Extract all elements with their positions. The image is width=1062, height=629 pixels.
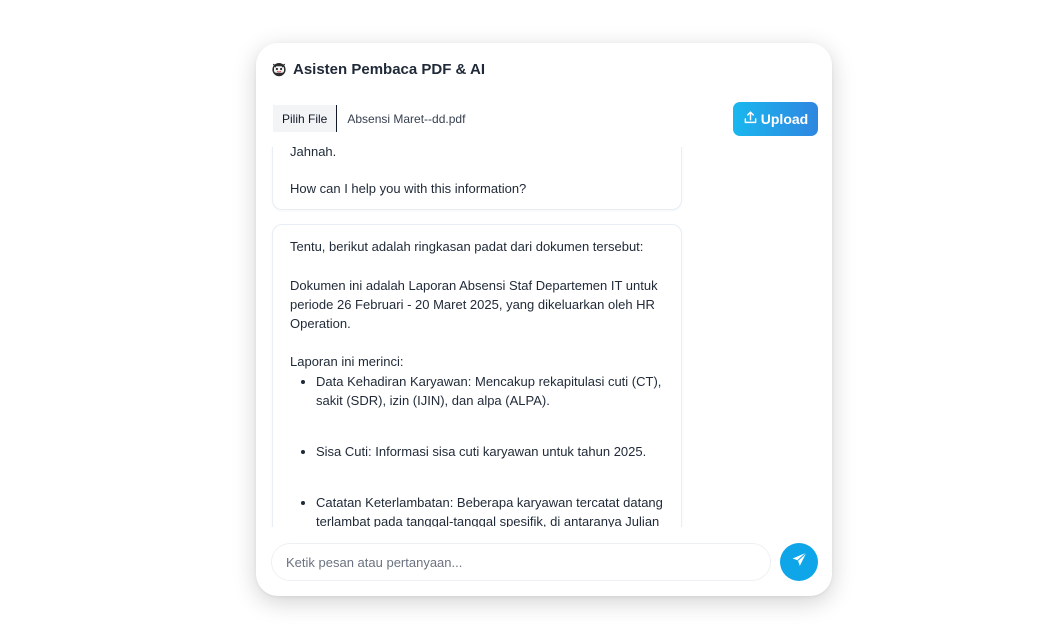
message-intro: Tentu, berikut adalah ringkasan padat da…: [290, 239, 644, 254]
message-composer: [271, 543, 771, 581]
chat-window: Asisten Pembaca PDF & AI Pilih File Abse…: [256, 43, 832, 596]
choose-file-button[interactable]: Pilih File: [273, 105, 338, 132]
message-input[interactable]: [272, 553, 770, 571]
robot-mascot-icon: [271, 61, 287, 77]
upload-button[interactable]: Upload: [733, 102, 818, 136]
file-picker: Pilih File Absensi Maret--dd.pdf: [273, 105, 465, 132]
upload-icon: [743, 110, 758, 128]
upload-button-label: Upload: [760, 111, 809, 127]
message-list-intro: Laporan ini merinci:: [290, 354, 404, 369]
send-icon: [791, 551, 808, 573]
message-summary: Dokumen ini adalah Laporan Absensi Staf …: [290, 278, 658, 331]
summary-list: Data Kehadiran Karyawan: Mencakup rekapi…: [290, 372, 680, 410]
list-item: Sisa Cuti: Informasi sisa cuti karyawan …: [316, 442, 680, 461]
list-item: Catatan Keterlambatan: Beberapa karyawan…: [316, 493, 680, 527]
message-text: How can I help you with this information…: [290, 181, 527, 196]
summary-list: Catatan Keterlambatan: Beberapa karyawan…: [290, 493, 680, 527]
summary-list: Sisa Cuti: Informasi sisa cuti karyawan …: [290, 442, 680, 461]
app-header: Asisten Pembaca PDF & AI: [271, 59, 485, 79]
list-item: Data Kehadiran Karyawan: Mencakup rekapi…: [316, 372, 680, 410]
send-button[interactable]: [780, 543, 818, 581]
selected-file-name: Absensi Maret--dd.pdf: [347, 111, 466, 126]
assistant-message: Jahnah. How can I help you with this inf…: [272, 147, 682, 210]
message-text: Jahnah.: [290, 147, 337, 159]
assistant-message: Tentu, berikut adalah ringkasan padat da…: [272, 224, 682, 527]
message-list[interactable]: Jahnah. How can I help you with this inf…: [256, 147, 832, 527]
app-title: Asisten Pembaca PDF & AI: [293, 60, 486, 78]
